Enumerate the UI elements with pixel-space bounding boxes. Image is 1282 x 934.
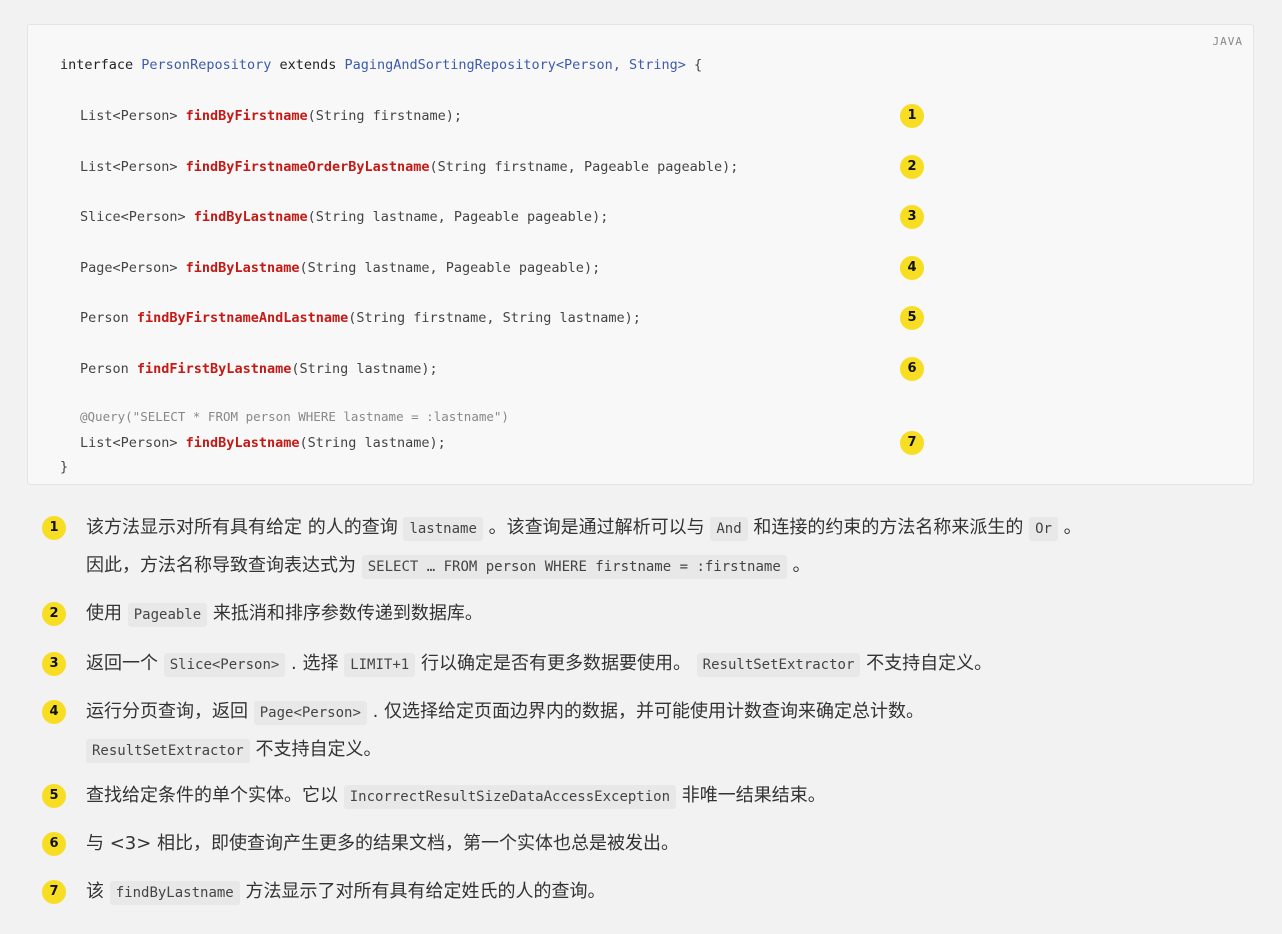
note-text: 。 — [1057, 517, 1082, 538]
note-line: 该 findByLastname 方法显示了对所有具有给定姓氏的人的查询。 — [86, 874, 605, 911]
method-name: findFirstByLastname — [136, 361, 292, 377]
note-line: 运行分页查询，返回 Page<Person> . 仅选择给定页面边界内的数据，并… — [86, 694, 924, 731]
note-text: 该 — [86, 881, 110, 902]
note-text: 查找给定条件的单个实体。它以 — [86, 785, 344, 806]
code-line-method: Slice<Person> findByLastname(String last… — [80, 207, 608, 227]
open-brace: { — [685, 57, 703, 73]
code-line-method: Person findFirstByLastname(String lastna… — [80, 359, 438, 379]
note-text: 方法显示了对所有具有给定姓氏的人的查询。 — [239, 881, 606, 902]
code-line-method: List<Person> findByFirstnameOrderByLastn… — [80, 157, 738, 177]
callout-badge: 7 — [42, 880, 66, 904]
note-line: 因此，方法名称导致查询表达式为 SELECT … FROM person WHE… — [86, 548, 810, 585]
note-text: 。 — [786, 555, 811, 576]
method-name: findByFirstnameAndLastname — [136, 310, 349, 326]
inline-code: SELECT … FROM person WHERE firstname = :… — [361, 555, 787, 579]
inline-code: ResultSetExtractor — [86, 739, 250, 763]
return-type: Person — [80, 361, 137, 377]
return-type: List<Person> — [80, 435, 186, 451]
note-text: 行以确定是否有更多数据要使用。 — [415, 653, 697, 674]
inline-code: And — [710, 517, 748, 541]
note-text: 非唯一结果结束。 — [676, 785, 826, 806]
language-label: JAVA — [1212, 35, 1243, 48]
closing-brace: } — [60, 459, 69, 475]
code-block: JAVA interface PersonRepository extends … — [27, 24, 1254, 485]
note-line: 该方法显示对所有具有给定 的人的查询 lastname 。该查询是通过解析可以与… — [86, 510, 1082, 547]
method-params: (String lastname); — [291, 361, 438, 377]
note-text: 与 <3> 相比，即使查询产生更多的结果文档，第一个实体也总是被发出。 — [86, 833, 680, 854]
callout-badge: 7 — [900, 431, 924, 455]
inline-code: Or — [1029, 517, 1058, 541]
note-line: 与 <3> 相比，即使查询产生更多的结果文档，第一个实体也总是被发出。 — [86, 826, 679, 862]
callout-badge: 2 — [900, 155, 924, 179]
return-type: List<Person> — [80, 159, 186, 175]
note-text: 不支持自定义。 — [249, 739, 382, 760]
callout-badge: 1 — [42, 516, 66, 540]
note-text: 因此，方法名称导致查询表达式为 — [86, 555, 362, 576]
return-type: Person — [80, 310, 137, 326]
method-name: findByLastname — [185, 435, 300, 451]
method-params: (String firstname); — [307, 108, 463, 124]
inline-code: Slice<Person> — [163, 653, 286, 677]
parent-type: PagingAndSortingRepository<Person, Strin… — [344, 57, 686, 73]
note-text: . 选择 — [285, 653, 345, 674]
code-line-method: Person findByFirstnameAndLastname(String… — [80, 308, 641, 328]
callout-badge: 2 — [42, 602, 66, 626]
callout-badge: 4 — [42, 700, 66, 724]
inline-code: Pageable — [127, 603, 208, 627]
note-text: 该方法显示对所有具有给定 的人的查询 — [86, 517, 404, 538]
inline-code: findByLastname — [109, 881, 240, 905]
code-line-method: List<Person> findByLastname(String lastn… — [80, 433, 446, 453]
method-params: (String firstname, Pageable pageable); — [429, 159, 739, 175]
method-name: findByFirstname — [185, 108, 308, 124]
return-type: List<Person> — [80, 108, 186, 124]
note-text: 使用 — [86, 603, 128, 624]
note-text: 不支持自定义。 — [860, 653, 993, 674]
method-params: (String lastname); — [299, 435, 446, 451]
note-text: 来抵消和排序参数传递到数据库。 — [207, 603, 483, 624]
note-line: 使用 Pageable 来抵消和排序参数传递到数据库。 — [86, 596, 483, 633]
callout-badge: 4 — [900, 256, 924, 280]
callout-badge: 6 — [900, 357, 924, 381]
code-content: interface PersonRepository extends Pagin… — [60, 45, 924, 475]
method-name: findByLastname — [185, 260, 300, 276]
note-line: 返回一个 Slice<Person> . 选择 LIMIT+1 行以确定是否有更… — [86, 646, 992, 683]
method-name: findByFirstnameOrderByLastname — [185, 159, 430, 175]
note-text: 返回一个 — [86, 653, 164, 674]
note-text: 。该查询是通过解析可以与 — [482, 517, 711, 538]
query-annotation: @Query("SELECT * FROM person WHERE lastn… — [80, 409, 509, 424]
return-type: Page<Person> — [80, 260, 186, 276]
code-line-interface: interface PersonRepository extends Pagin… — [60, 55, 702, 75]
callout-badge: 3 — [42, 652, 66, 676]
method-params: (String firstname, String lastname); — [348, 310, 641, 326]
note-line: ResultSetExtractor 不支持自定义。 — [86, 732, 381, 769]
callout-badge: 6 — [42, 832, 66, 856]
method-params: (String lastname, Pageable pageable); — [307, 209, 609, 225]
inline-code: LIMIT+1 — [344, 653, 416, 677]
code-line-method: Page<Person> findByLastname(String lastn… — [80, 258, 600, 278]
inline-code: IncorrectResultSizeDataAccessException — [343, 785, 677, 809]
method-name: findByLastname — [193, 209, 308, 225]
note-text: 运行分页查询，返回 — [86, 701, 254, 722]
note-line: 查找给定条件的单个实体。它以 IncorrectResultSizeDataAc… — [86, 778, 826, 815]
inline-code: Page<Person> — [253, 701, 367, 725]
callout-badge: 5 — [900, 306, 924, 330]
callout-badge: 3 — [900, 205, 924, 229]
note-text: . 仅选择给定页面边界内的数据，并可能使用计数查询来确定总计数。 — [366, 701, 925, 722]
keyword-interface: interface — [60, 57, 134, 73]
interface-name: PersonRepository — [141, 57, 272, 73]
note-text: 和连接的约束的方法名称来派生的 — [747, 517, 1030, 538]
inline-code: lastname — [403, 517, 483, 541]
callout-badge: 1 — [900, 104, 924, 128]
inline-code: ResultSetExtractor — [696, 653, 861, 677]
callout-badge: 5 — [42, 784, 66, 808]
method-params: (String lastname, Pageable pageable); — [299, 260, 601, 276]
keyword-extends: extends — [279, 57, 337, 73]
code-line-method: List<Person> findByFirstname(String firs… — [80, 106, 462, 126]
return-type: Slice<Person> — [80, 209, 194, 225]
